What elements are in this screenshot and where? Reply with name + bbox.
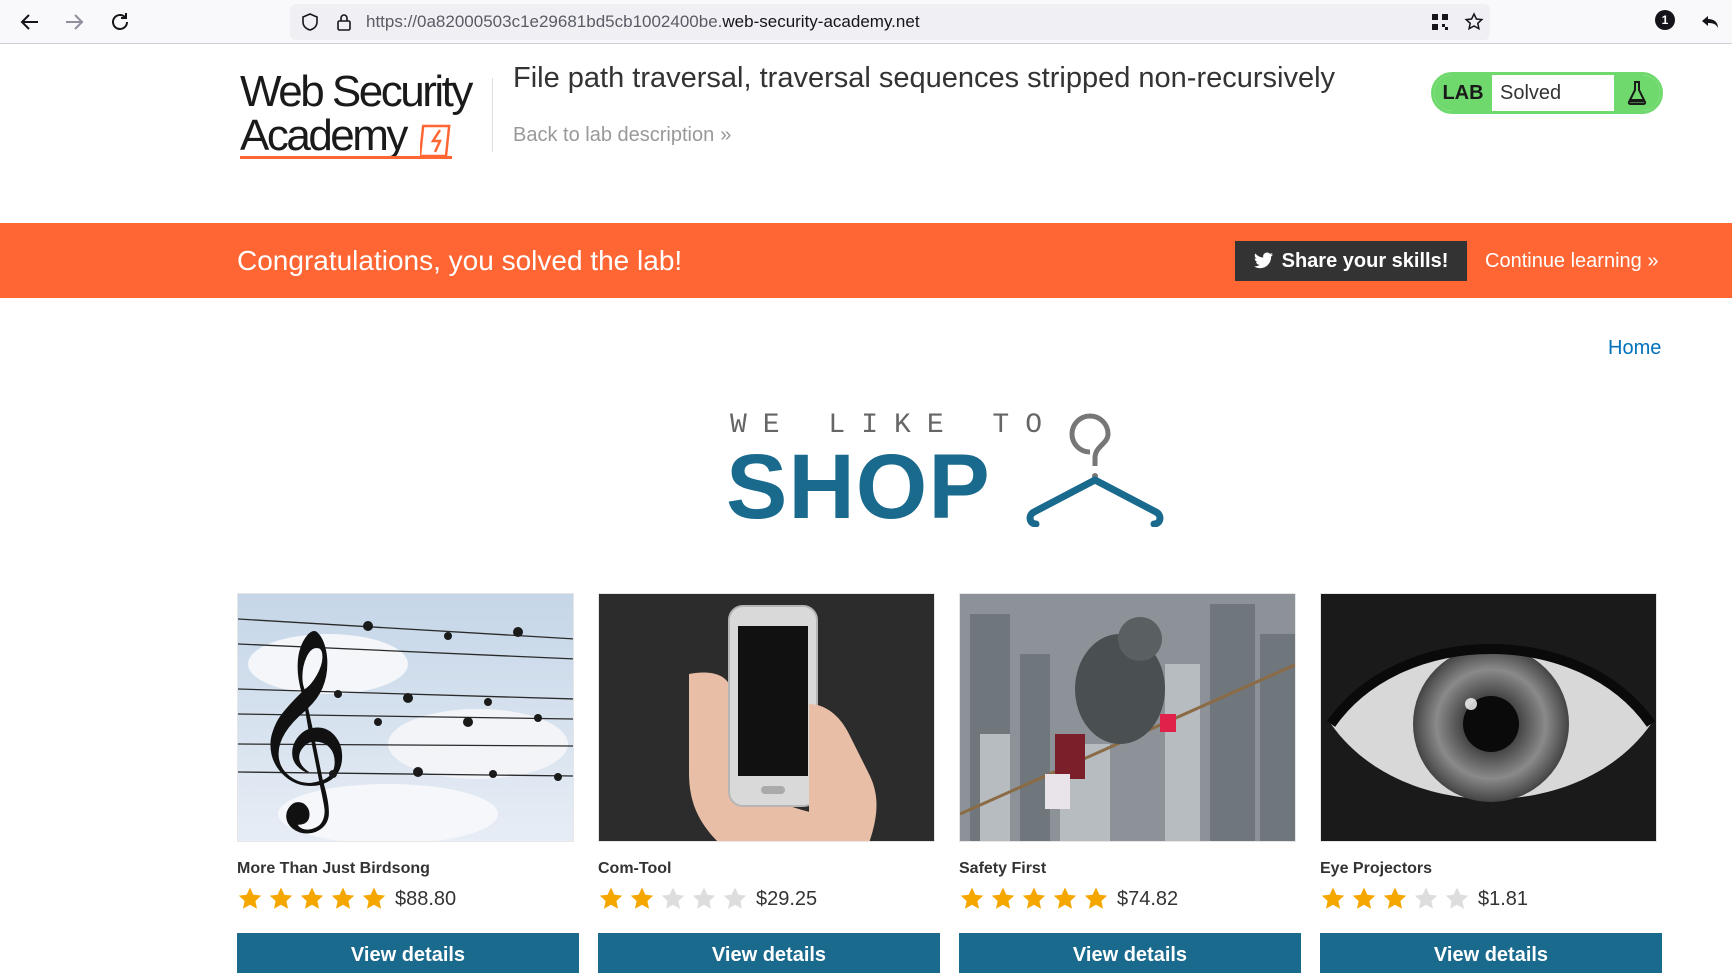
star-filled-icon: [300, 887, 324, 909]
birdsong-image: 𝄞: [237, 593, 574, 842]
double-chevron-right-icon: »: [1647, 250, 1659, 272]
lab-status-text: Solved: [1500, 82, 1562, 104]
view-details-button[interactable]: View details: [1320, 933, 1662, 973]
star-filled-icon: [1321, 887, 1345, 909]
star-empty-icon: [1445, 887, 1469, 909]
star-empty-icon: [1414, 887, 1438, 909]
product-card: Eye Projectors $1.81: [1320, 593, 1659, 916]
bookmark-star-icon[interactable]: [1464, 12, 1484, 32]
product-name: Eye Projectors: [1320, 860, 1433, 877]
continue-learning-label: Continue learning: [1485, 250, 1642, 272]
star-rating: [237, 886, 387, 912]
star-filled-icon: [331, 887, 355, 909]
shop-title: SHOP: [726, 436, 991, 538]
svg-text:𝄞: 𝄞: [250, 627, 350, 833]
star-filled-icon: [1053, 887, 1077, 909]
product-price: $1.81: [1478, 887, 1529, 910]
star-filled-icon: [1022, 887, 1046, 909]
product-name: Safety First: [959, 860, 1047, 877]
star-filled-icon: [1084, 887, 1108, 909]
lab-status-widget: LAB Solved: [1431, 72, 1663, 114]
tracking-shield-icon[interactable]: [300, 12, 320, 32]
url-text: https://0a82000503c1e29681bd5cb1002400be…: [366, 4, 920, 40]
product-card: Safety First $74.82: [959, 593, 1298, 916]
safety-first-image: [959, 593, 1296, 842]
eye-projectors-image: [1320, 593, 1657, 842]
flask-icon: [1614, 75, 1660, 111]
com-tool-image: [598, 593, 935, 842]
star-filled-icon: [1383, 887, 1407, 909]
star-filled-icon: [238, 887, 262, 909]
reload-icon[interactable]: [104, 6, 136, 38]
reply-arrow-icon[interactable]: [1694, 6, 1726, 38]
star-rating: [1320, 886, 1470, 912]
continue-learning-link[interactable]: Continue learning »: [1485, 241, 1658, 281]
star-filled-icon: [991, 887, 1015, 909]
star-empty-icon: [723, 887, 747, 909]
star-filled-icon: [269, 887, 293, 909]
notification-badge[interactable]: 1: [1655, 10, 1675, 30]
star-filled-icon: [960, 887, 984, 909]
product-price: $74.82: [1117, 887, 1179, 910]
star-filled-icon: [599, 887, 623, 909]
lab-tag: LAB: [1434, 75, 1492, 111]
view-details-button[interactable]: View details: [959, 933, 1301, 973]
view-details-button[interactable]: View details: [598, 933, 940, 973]
browser-toolbar: https://0a82000503c1e29681bd5cb1002400be…: [0, 0, 1732, 44]
star-rating: [598, 886, 748, 912]
url-host: web-security-academy.net: [722, 12, 920, 31]
product-price: $29.25: [756, 887, 818, 910]
share-skills-button[interactable]: Share your skills!: [1235, 241, 1467, 281]
star-filled-icon: [630, 887, 654, 909]
home-link[interactable]: Home: [1608, 337, 1661, 360]
lab-title: File path traversal, traversal sequences…: [513, 62, 1336, 94]
back-link-label: Back to lab description: [513, 124, 715, 146]
back-to-lab-description-link[interactable]: Back to lab description»: [513, 124, 731, 147]
header-divider: [492, 78, 493, 152]
qr-code-icon[interactable]: [1430, 12, 1450, 32]
product-card: Com-Tool $29.25: [598, 593, 937, 916]
star-filled-icon: [1352, 887, 1376, 909]
back-arrow-icon[interactable]: [14, 6, 46, 38]
star-filled-icon: [362, 887, 386, 909]
forward-arrow-icon[interactable]: [58, 6, 90, 38]
star-empty-icon: [692, 887, 716, 909]
star-empty-icon: [661, 887, 685, 909]
twitter-bird-icon: [1253, 252, 1273, 269]
product-name: More Than Just Birdsong: [237, 860, 430, 877]
double-chevron-right-icon: »: [720, 124, 732, 146]
product-card: 𝄞 More Than Just Birdsong $88.80: [237, 593, 576, 916]
web-security-academy-logo[interactable]: Web Security Academy: [240, 70, 490, 160]
congratulations-message: Congratulations, you solved the lab!: [237, 245, 683, 276]
congratulations-banner: Congratulations, you solved the lab!: [0, 223, 1732, 298]
share-skills-label: Share your skills!: [1281, 249, 1449, 272]
address-bar[interactable]: https://0a82000503c1e29681bd5cb1002400be…: [290, 4, 1490, 40]
clothes-hanger-icon: [1026, 413, 1164, 527]
lightning-bolt-icon: [420, 124, 451, 158]
logo-text-line1: Web Security: [240, 67, 473, 116]
view-details-button[interactable]: View details: [237, 933, 579, 973]
lock-icon[interactable]: [334, 12, 354, 32]
star-rating: [959, 886, 1109, 912]
product-price: $88.80: [395, 887, 457, 910]
product-name: Com-Tool: [598, 860, 672, 877]
url-prefix: https://0a82000503c1e29681bd5cb1002400be…: [366, 12, 723, 31]
